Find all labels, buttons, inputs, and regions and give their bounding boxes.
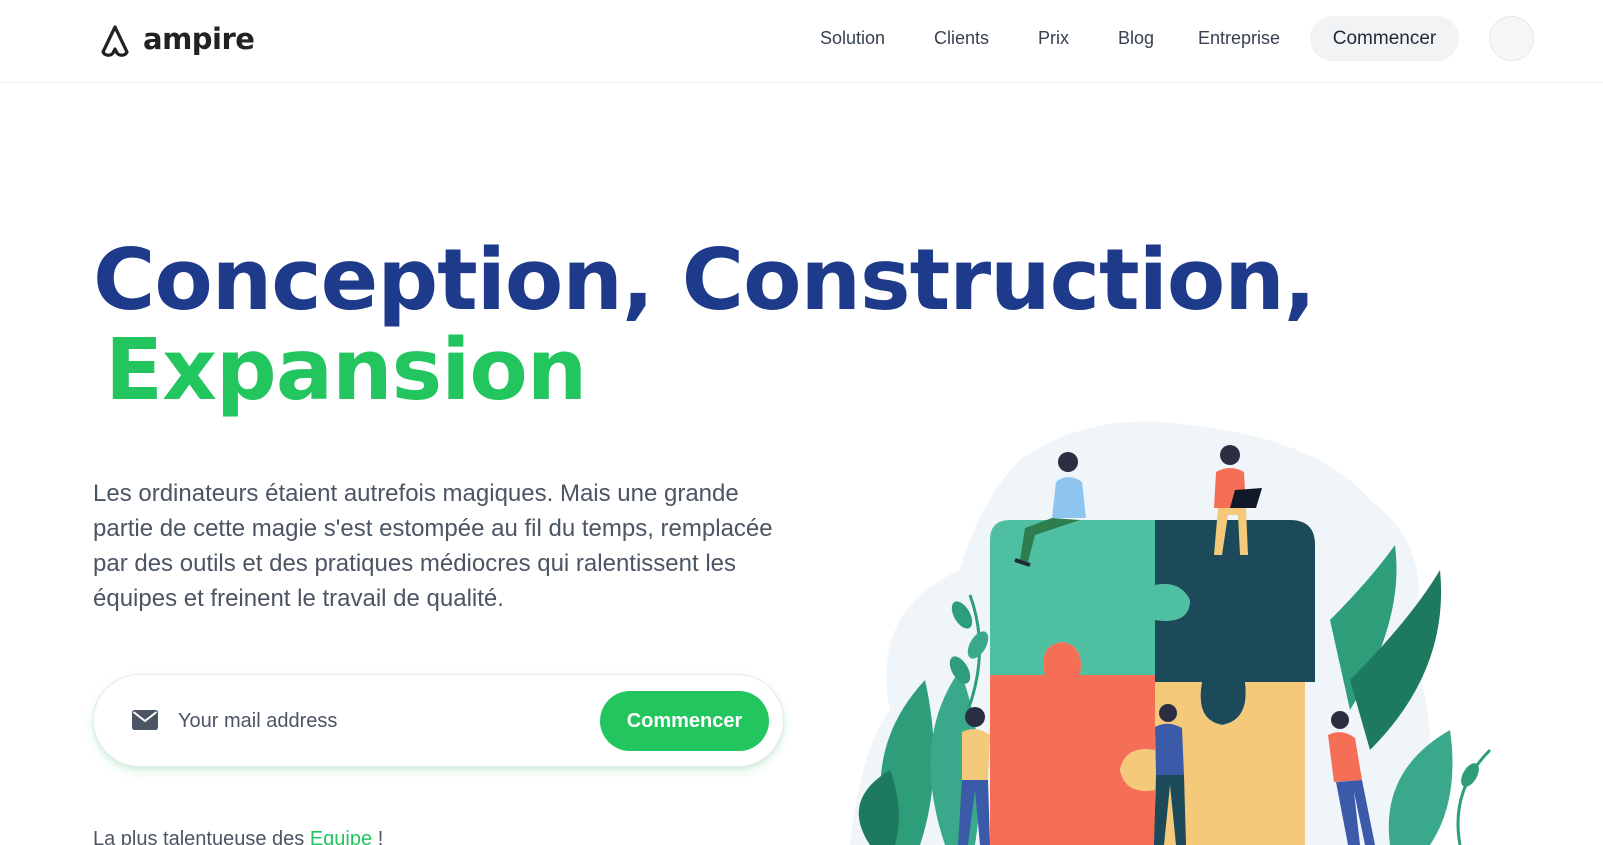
user-avatar[interactable] [1489, 16, 1534, 61]
hero-title: Conception, Construction, Expansion [93, 231, 1316, 420]
tagline-team-link[interactable]: Equipe [310, 828, 372, 845]
tagline: La plus talentueuse des Equipe ! [93, 828, 383, 845]
nav-start-button[interactable]: Commencer [1310, 16, 1459, 61]
tagline-suffix: ! [377, 828, 384, 845]
signup-start-button[interactable]: Commencer [600, 691, 769, 751]
team-puzzle-illustration [850, 421, 1492, 845]
hero-description: Les ordinateurs étaient autrefois magiqu… [93, 480, 773, 612]
email-input[interactable] [178, 699, 578, 743]
nav-link-entreprise[interactable]: Entreprise [1198, 28, 1280, 49]
hero-title-line1: Conception, Construction, [93, 231, 1316, 330]
nav-link-blog[interactable]: Blog [1118, 28, 1158, 49]
nav-link-clients[interactable]: Clients [934, 28, 998, 49]
signup-form: Commencer [93, 674, 784, 767]
ampire-logo-icon [101, 25, 129, 57]
tagline-prefix: La plus talentueuse des [93, 828, 305, 845]
main-nav: Solution Clients Prix Blog Entreprise [820, 28, 1320, 49]
nav-link-solution[interactable]: Solution [820, 28, 894, 49]
navbar: ampire Solution Clients Prix Blog Entrep… [0, 0, 1603, 83]
brand-name: ampire [143, 22, 255, 56]
mail-icon [132, 710, 158, 730]
brand-logo[interactable]: ampire [95, 14, 255, 64]
nav-link-prix[interactable]: Prix [1038, 28, 1078, 49]
hero-title-line2: Expansion [105, 321, 587, 420]
